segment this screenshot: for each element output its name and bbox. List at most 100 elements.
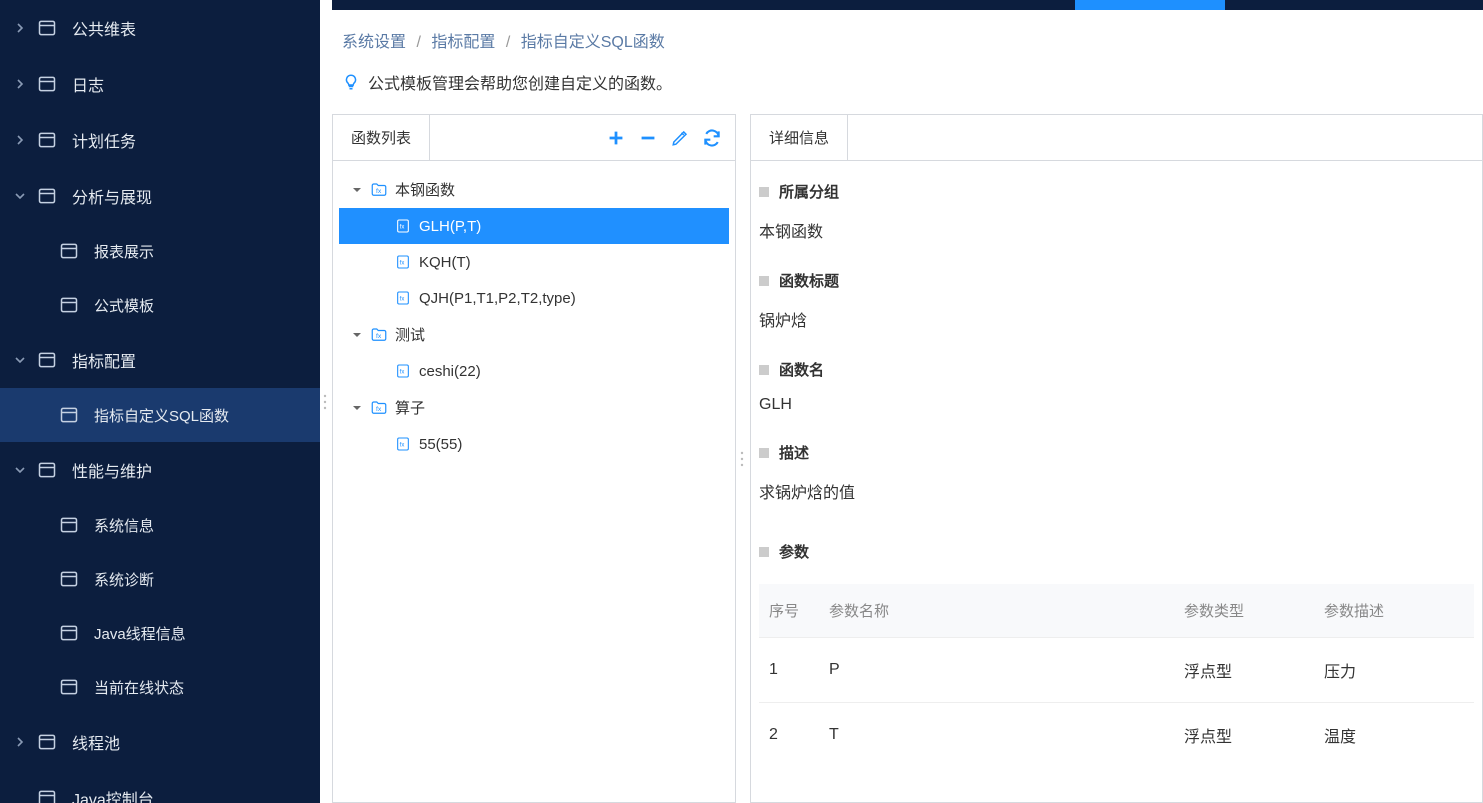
section-marker — [759, 448, 769, 458]
tree-node-label: 算子 — [395, 397, 425, 418]
sidebar-item-label: 分析与展现 — [72, 184, 152, 208]
sidebar-item-Java控制台[interactable]: Java控制台 — [0, 770, 320, 803]
tree-function[interactable]: fx GLH(P,T) — [339, 208, 729, 244]
hint-banner: 公式模板管理会帮助您创建自定义的函数。 — [332, 70, 1483, 114]
formula-icon — [58, 294, 80, 316]
sidebar-item-计划任务[interactable]: 计划任务 — [0, 112, 320, 168]
tree-function[interactable]: fxKQH(T) — [339, 244, 729, 280]
section-group-label: 所属分组 — [779, 181, 839, 202]
chevron-icon — [12, 352, 28, 368]
param-type: 浮点型 — [1174, 703, 1314, 768]
sidebar-item-线程池[interactable]: 线程池 — [0, 714, 320, 770]
param-table: 序号 参数名称 参数类型 参数描述 1P浮点型压力2T浮点型温度 — [759, 584, 1474, 767]
remove-button[interactable] — [633, 123, 663, 153]
breadcrumb-item[interactable]: 指标自定义SQL函数 — [521, 34, 665, 51]
sidebar-item-label: 指标配置 — [72, 348, 136, 372]
tree-node-label: 测试 — [395, 324, 425, 345]
breadcrumb-item[interactable]: 指标配置 — [431, 34, 495, 51]
sidebar-item-报表展示[interactable]: 报表展示 — [0, 224, 320, 278]
tab-function-list[interactable]: 函数列表 — [332, 114, 430, 160]
sidebar-item-label: 系统信息 — [94, 515, 154, 536]
online-icon — [58, 676, 80, 698]
refresh-button[interactable] — [697, 123, 727, 153]
sidebar-item-公式模板[interactable]: 公式模板 — [0, 278, 320, 332]
tree-node-label: ceshi(22) — [419, 363, 481, 380]
section-title-label: 函数标题 — [779, 270, 839, 291]
sidebar-item-系统诊断[interactable]: 系统诊断 — [0, 552, 320, 606]
chevron-icon — [12, 734, 28, 750]
hint-text: 公式模板管理会帮助您创建自定义的函数。 — [368, 70, 672, 94]
chevron-icon — [12, 132, 28, 148]
tree-function[interactable]: fxQJH(P1,T1,P2,T2,type) — [339, 280, 729, 316]
sidebar-item-label: Java控制台 — [72, 786, 154, 803]
sidebar-item-Java线程信息[interactable]: Java线程信息 — [0, 606, 320, 660]
sidebar-item-label: 当前在线状态 — [94, 677, 184, 698]
function-icon: fx — [393, 361, 413, 381]
chart-icon — [36, 185, 58, 207]
svg-text:fx: fx — [400, 370, 405, 376]
breadcrumb: 系统设置 / 指标配置 / 指标自定义SQL函数 — [332, 10, 1483, 70]
function-icon: fx — [393, 252, 413, 272]
chevron-icon — [12, 76, 28, 92]
tree-folder[interactable]: fx 测试 — [339, 316, 729, 353]
tree-node-label: 本钢函数 — [395, 179, 455, 200]
tab-detail[interactable]: 详细信息 — [750, 114, 848, 160]
section-name-label: 函数名 — [779, 359, 824, 380]
breadcrumb-item[interactable]: 系统设置 — [342, 34, 406, 51]
folder-fx-icon: fx — [369, 325, 389, 345]
function-tree: fx本钢函数fxGLH(P,T)fxKQH(T)fxQJH(P1,T1,P2,T… — [333, 161, 735, 802]
topbar — [332, 0, 1483, 10]
param-type: 浮点型 — [1174, 638, 1314, 703]
edit-button[interactable] — [665, 123, 695, 153]
sidebar-item-指标配置[interactable]: 指标配置 — [0, 332, 320, 388]
maintenance-icon — [36, 459, 58, 481]
tree-folder[interactable]: fx本钢函数 — [339, 171, 729, 208]
content-area: 函数列表 — [332, 114, 1483, 803]
breadcrumb-sep: / — [506, 34, 510, 51]
sidebar-item-公共维表[interactable]: 公共维表 — [0, 0, 320, 56]
chevron-icon — [12, 462, 28, 478]
main-content: 系统设置 / 指标配置 / 指标自定义SQL函数 公式模板管理会帮助您创建自定义… — [332, 0, 1483, 803]
svg-text:fx: fx — [400, 443, 405, 449]
tree-function[interactable]: fx ceshi(22) — [339, 353, 729, 389]
sql-icon — [58, 404, 80, 426]
sidebar-item-分析与展现[interactable]: 分析与展现 — [0, 168, 320, 224]
tree-node-label: QJH(P1,T1,P2,T2,type) — [419, 290, 576, 307]
folder-fx-icon: fx — [369, 398, 389, 418]
param-th-name: 参数名称 — [819, 584, 1174, 638]
function-list-panel: 函数列表 — [332, 114, 736, 803]
sidebar-item-性能与维护[interactable]: 性能与维护 — [0, 442, 320, 498]
function-icon: fx — [393, 216, 413, 236]
sidebar-item-日志[interactable]: 日志 — [0, 56, 320, 112]
sidebar-item-系统信息[interactable]: 系统信息 — [0, 498, 320, 552]
sidebar: 公共维表日志计划任务分析与展现报表展示公式模板指标配置指标自定义SQL函数性能与… — [0, 0, 320, 803]
schedule-icon — [36, 129, 58, 151]
diagnose-icon — [58, 568, 80, 590]
chevron-icon — [12, 790, 28, 803]
sidebar-item-指标自定义SQL函数[interactable]: 指标自定义SQL函数 — [0, 388, 320, 442]
section-group-value: 本钢函数 — [759, 212, 1474, 260]
info-icon — [58, 514, 80, 536]
log-icon — [36, 73, 58, 95]
detail-panel: 详细信息 所属分组 本钢函数 函数标题 锅炉焓 函数名 GLH 描述 求锅炉焓的… — [750, 114, 1483, 803]
add-button[interactable] — [601, 123, 631, 153]
sidebar-item-当前在线状态[interactable]: 当前在线状态 — [0, 660, 320, 714]
section-name-value: GLH — [759, 390, 1474, 432]
sidebar-item-label: 公式模板 — [94, 295, 154, 316]
topbar-accent — [1075, 0, 1225, 10]
sidebar-item-label: 指标自定义SQL函数 — [94, 405, 229, 426]
param-th-idx: 序号 — [759, 584, 819, 638]
panel-resize-handle[interactable] — [736, 114, 750, 803]
tree-folder[interactable]: fx 算子 — [339, 389, 729, 426]
param-name: P — [819, 638, 1174, 703]
thread-icon — [58, 622, 80, 644]
param-th-desc: 参数描述 — [1314, 584, 1474, 638]
table-row: 2T浮点型温度 — [759, 703, 1474, 768]
sidebar-resize-handle[interactable] — [320, 0, 332, 803]
tree-function[interactable]: fx55(55) — [339, 426, 729, 462]
chevron-icon — [12, 20, 28, 36]
section-marker — [759, 365, 769, 375]
tree-node-label: GLH(P,T) — [419, 218, 481, 235]
sidebar-item-label: 日志 — [72, 72, 104, 96]
breadcrumb-sep: / — [416, 34, 420, 51]
